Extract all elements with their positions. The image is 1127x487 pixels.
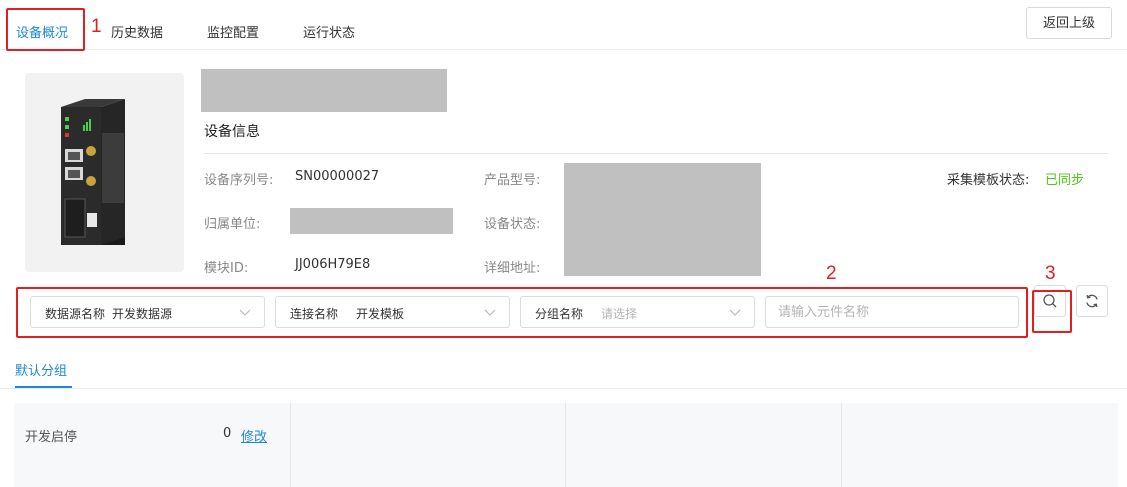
tab-default-group[interactable]: 默认分组 bbox=[15, 360, 67, 379]
tab-device-overview[interactable]: 设备概况 bbox=[16, 22, 68, 41]
org-label: 归属单位: bbox=[204, 217, 261, 232]
card-divider bbox=[565, 403, 566, 487]
card-element-value: 0 bbox=[223, 426, 232, 441]
address-label: 详细地址: bbox=[484, 261, 541, 276]
element-card-grid: 开发启停 0 修改 bbox=[14, 403, 1118, 487]
datasource-label: 数据源名称 bbox=[45, 307, 106, 321]
redacted-org-value bbox=[290, 208, 453, 234]
industrial-router-device-icon bbox=[61, 99, 125, 245]
card-divider bbox=[841, 403, 842, 487]
product-model-label: 产品型号: bbox=[484, 173, 541, 188]
template-status-value: 已同步 bbox=[1045, 173, 1085, 188]
serial-value: SN00000027 bbox=[295, 169, 380, 184]
device-status-label: 设备状态: bbox=[484, 217, 541, 232]
redacted-device-name bbox=[201, 69, 447, 112]
refresh-button[interactable] bbox=[1076, 285, 1108, 317]
element-name-input[interactable] bbox=[765, 296, 1019, 328]
search-icon bbox=[1043, 294, 1057, 308]
annotation-number-3: 3 bbox=[1045, 263, 1056, 284]
refresh-icon bbox=[1086, 294, 1098, 308]
card-element-name: 开发启停 bbox=[25, 430, 78, 445]
tab-run-status[interactable]: 运行状态 bbox=[303, 22, 355, 41]
datasource-value: 开发数据源 bbox=[112, 307, 173, 321]
tab-monitor-config[interactable]: 监控配置 bbox=[207, 22, 259, 41]
card-edit-link[interactable]: 修改 bbox=[241, 426, 267, 445]
group-select[interactable]: 分组名称 请选择 bbox=[520, 296, 755, 328]
annotation-number-1: 1 bbox=[91, 16, 102, 37]
group-placeholder: 请选择 bbox=[601, 307, 638, 321]
connection-select[interactable]: 连接名称 开发模板 bbox=[275, 296, 510, 328]
group-tab-bar: 默认分组 bbox=[0, 350, 1127, 389]
chevron-down-icon bbox=[484, 309, 496, 316]
chevron-down-icon bbox=[239, 309, 251, 316]
device-image bbox=[25, 73, 184, 272]
filter-row: 数据源名称 开发数据源 连接名称 开发模板 分组名称 请选择 bbox=[0, 285, 1127, 337]
top-tab-bar: 设备概况 历史数据 监控配置 运行状态 bbox=[0, 0, 1127, 50]
back-button[interactable]: 返回上级 bbox=[1026, 7, 1112, 39]
datasource-select[interactable]: 数据源名称 开发数据源 bbox=[30, 296, 265, 328]
group-label: 分组名称 bbox=[535, 307, 584, 321]
card-divider bbox=[290, 403, 291, 487]
module-id-label: 模块ID: bbox=[204, 261, 249, 276]
chevron-down-icon bbox=[729, 309, 741, 316]
annotation-number-2: 2 bbox=[826, 263, 837, 284]
serial-label: 设备序列号: bbox=[204, 173, 274, 188]
divider bbox=[204, 153, 1108, 154]
active-tab-indicator bbox=[15, 386, 72, 388]
redacted-model-status-address bbox=[564, 163, 761, 276]
connection-label: 连接名称 bbox=[290, 307, 339, 321]
connection-value: 开发模板 bbox=[356, 307, 405, 321]
search-button[interactable] bbox=[1034, 285, 1066, 317]
tab-history-data[interactable]: 历史数据 bbox=[111, 22, 163, 41]
module-id-value: JJ006H79E8 bbox=[295, 257, 371, 272]
device-info-title: 设备信息 bbox=[204, 124, 260, 140]
template-status-label: 采集模板状态: bbox=[947, 173, 1030, 188]
